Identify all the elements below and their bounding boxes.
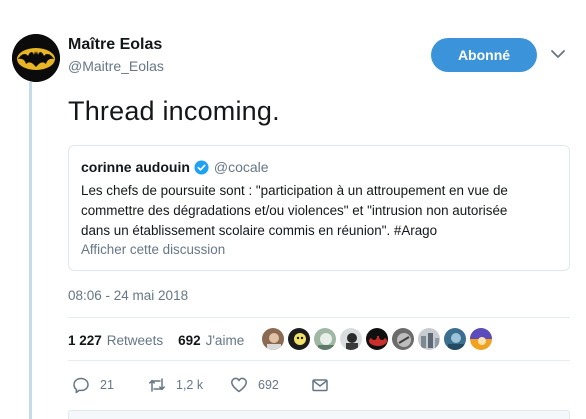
quoted-text-line: commettre des dégradations et/ou violenc… xyxy=(81,203,508,218)
liker-avatar[interactable] xyxy=(443,327,467,351)
liker-avatar[interactable] xyxy=(365,327,389,351)
likes-label[interactable]: J'aime xyxy=(206,333,245,348)
liker-avatar[interactable] xyxy=(417,327,441,351)
more-options-caret[interactable] xyxy=(548,44,568,64)
following-button[interactable]: Abonné xyxy=(431,38,537,72)
quoted-author-name: corinne audouin xyxy=(81,159,190,175)
quoted-tweet-text: Les chefs de poursuite sont : "participa… xyxy=(81,181,563,241)
divider xyxy=(68,360,570,361)
thread-connector-line xyxy=(29,82,32,419)
tweet-stats: 1 227 Retweets 692 J'aime xyxy=(68,333,244,348)
retweets-label[interactable]: Retweets xyxy=(107,333,163,348)
tweet-text: Thread incoming. xyxy=(68,96,280,126)
direct-message-button[interactable] xyxy=(311,376,329,394)
retweet-count: 1,2 k xyxy=(176,378,204,392)
liker-avatar[interactable] xyxy=(261,327,285,351)
likers-avatars xyxy=(261,327,495,351)
quoted-tweet-card[interactable]: corinne audouin @cocale Les chefs de pou… xyxy=(68,145,570,271)
liker-avatar[interactable] xyxy=(469,327,493,351)
retweets-count[interactable]: 1 227 xyxy=(68,333,102,348)
quoted-text-line: dans un établissement scolaire commis en… xyxy=(81,223,438,238)
quoted-author-handle: @cocale xyxy=(213,159,269,175)
retweet-icon xyxy=(149,378,165,392)
quoted-tweet-header: corinne audouin @cocale xyxy=(81,159,269,175)
liker-avatar[interactable] xyxy=(339,327,363,351)
tweet-timestamp[interactable]: 08:06 - 24 mai 2018 xyxy=(68,288,188,303)
divider xyxy=(68,317,570,318)
heart-icon xyxy=(231,377,247,393)
like-button[interactable]: 692 xyxy=(230,376,279,394)
author-display-name[interactable]: Maître Eolas xyxy=(68,36,162,54)
bat-logo-icon xyxy=(12,34,60,82)
likes-count[interactable]: 692 xyxy=(178,333,201,348)
envelope-icon xyxy=(312,379,328,392)
liker-avatar[interactable] xyxy=(391,327,415,351)
verified-badge-icon xyxy=(194,159,209,175)
reply-composer[interactable] xyxy=(68,410,570,419)
show-thread-link[interactable]: Afficher cette discussion xyxy=(81,242,225,257)
liker-avatar[interactable] xyxy=(313,327,337,351)
reply-count: 21 xyxy=(100,378,114,392)
liker-avatar[interactable] xyxy=(287,327,311,351)
chevron-down-icon xyxy=(551,50,565,58)
avatar[interactable] xyxy=(12,34,60,82)
reply-button[interactable]: 21 xyxy=(72,376,114,394)
like-count: 692 xyxy=(258,378,279,392)
retweet-button[interactable]: 1,2 k xyxy=(148,376,203,394)
quoted-text-line: Les chefs de poursuite sont : "participa… xyxy=(81,183,508,198)
author-handle[interactable]: @Maitre_Eolas xyxy=(68,58,164,74)
reply-icon xyxy=(73,377,89,394)
